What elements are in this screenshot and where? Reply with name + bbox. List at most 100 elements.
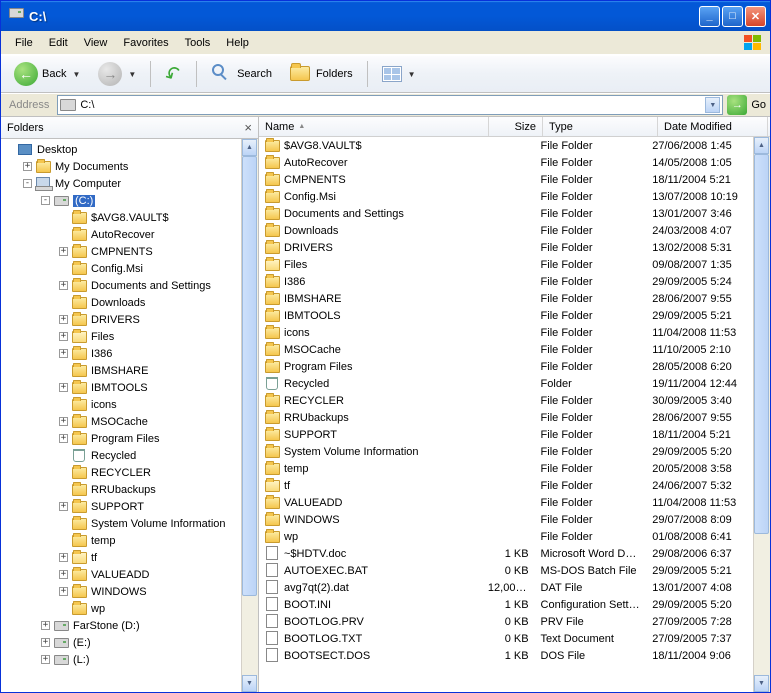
file-row[interactable]: SUPPORTFile Folder18/11/2004 5:21 [259,426,753,443]
tree-node[interactable]: +I386 [1,345,241,362]
expand-toggle[interactable]: + [41,638,50,647]
expand-toggle[interactable]: + [59,383,68,392]
file-row[interactable]: VALUEADDFile Folder11/04/2008 11:53 [259,494,753,511]
tree-node[interactable]: +CMPNENTS [1,243,241,260]
file-row[interactable]: Config.MsiFile Folder13/07/2008 10:19 [259,188,753,205]
expand-toggle[interactable]: - [23,179,32,188]
tree-node[interactable]: +VALUEADD [1,566,241,583]
scroll-thumb[interactable] [242,156,257,596]
dropdown-arrow-icon[interactable]: ▼ [408,70,416,79]
scroll-down-button[interactable]: ▼ [242,675,257,692]
menu-help[interactable]: Help [218,35,257,51]
tree-node[interactable]: +WINDOWS [1,583,241,600]
file-row[interactable]: BOOTSECT.DOS1 KBDOS File18/11/2004 9:06 [259,647,753,664]
expand-toggle[interactable]: + [59,502,68,511]
tree-node[interactable]: RRUbackups [1,481,241,498]
tree-node[interactable]: +My Documents [1,158,241,175]
folders-button[interactable]: Folders [283,59,360,89]
tree-node[interactable]: +(E:) [1,634,241,651]
menu-favorites[interactable]: Favorites [115,35,176,51]
expand-toggle[interactable]: + [59,247,68,256]
tree-node[interactable]: System Volume Information [1,515,241,532]
titlebar[interactable]: C:\ _ □ ✕ [1,1,770,31]
tree-node[interactable]: Recycled [1,447,241,464]
column-header-name[interactable]: Name▲ [259,117,489,136]
file-row[interactable]: iconsFile Folder11/04/2008 11:53 [259,324,753,341]
tree-node[interactable]: Config.Msi [1,260,241,277]
file-row[interactable]: WINDOWSFile Folder29/07/2008 8:09 [259,511,753,528]
file-row[interactable]: $AVG8.VAULT$File Folder27/06/2008 1:45 [259,137,753,154]
address-dropdown-button[interactable]: ▼ [705,97,720,113]
column-header-type[interactable]: Type [543,117,658,136]
back-button[interactable]: ← Back ▼ [7,58,87,90]
tree-node[interactable]: -(C:) [1,192,241,209]
list-scrollbar[interactable]: ▲ ▼ [753,137,770,692]
tree-node[interactable]: $AVG8.VAULT$ [1,209,241,226]
expand-toggle[interactable]: + [59,587,68,596]
tree-node[interactable]: +Files [1,328,241,345]
expand-toggle[interactable]: + [59,281,68,290]
file-row[interactable]: CMPNENTSFile Folder18/11/2004 5:21 [259,171,753,188]
file-row[interactable]: I386File Folder29/09/2005 5:24 [259,273,753,290]
maximize-button[interactable]: □ [722,6,743,27]
file-row[interactable]: AutoRecoverFile Folder14/05/2008 1:05 [259,154,753,171]
file-row[interactable]: BOOT.INI1 KBConfiguration Settings29/09/… [259,596,753,613]
tree-scrollbar[interactable]: ▲ ▼ [241,139,258,692]
scroll-up-button[interactable]: ▲ [754,137,769,154]
expand-toggle[interactable]: + [41,655,50,664]
scroll-up-button[interactable]: ▲ [242,139,257,156]
file-list[interactable]: $AVG8.VAULT$File Folder27/06/2008 1:45Au… [259,137,753,692]
column-header-size[interactable]: Size [489,117,543,136]
file-row[interactable]: RECYCLERFile Folder30/09/2005 3:40 [259,392,753,409]
dropdown-arrow-icon[interactable]: ▼ [128,70,136,79]
tree-node[interactable]: Downloads [1,294,241,311]
folder-tree[interactable]: Desktop+My Documents-My Computer-(C:)$AV… [1,139,241,692]
file-row[interactable]: RecycledFolder19/11/2004 12:44 [259,375,753,392]
expand-toggle[interactable]: + [59,570,68,579]
forward-button[interactable]: → ▼ [91,58,143,90]
expand-toggle[interactable]: + [59,434,68,443]
file-row[interactable]: BOOTLOG.TXT0 KBText Document27/09/2005 7… [259,630,753,647]
tree-node[interactable]: +Program Files [1,430,241,447]
tree-node[interactable]: +tf [1,549,241,566]
file-row[interactable]: wpFile Folder01/08/2008 6:41 [259,528,753,545]
tree-node[interactable]: +MSOCache [1,413,241,430]
close-pane-button[interactable]: × [244,120,252,135]
file-row[interactable]: tempFile Folder20/05/2008 3:58 [259,460,753,477]
search-button[interactable]: Search [204,59,279,89]
menu-tools[interactable]: Tools [177,35,219,51]
scroll-down-button[interactable]: ▼ [754,675,769,692]
go-button[interactable]: → [727,95,747,115]
expand-toggle[interactable]: + [41,621,50,630]
minimize-button[interactable]: _ [699,6,720,27]
expand-toggle[interactable]: - [41,196,50,205]
tree-node[interactable]: -My Computer [1,175,241,192]
tree-node[interactable]: Desktop [1,141,241,158]
tree-node[interactable]: +IBMTOOLS [1,379,241,396]
file-row[interactable]: tfFile Folder24/06/2007 5:32 [259,477,753,494]
file-row[interactable]: DRIVERSFile Folder13/02/2008 5:31 [259,239,753,256]
tree-node[interactable]: icons [1,396,241,413]
tree-node[interactable]: AutoRecover [1,226,241,243]
tree-node[interactable]: +(L:) [1,651,241,668]
file-row[interactable]: FilesFile Folder09/08/2007 1:35 [259,256,753,273]
address-input[interactable]: C:\ ▼ [57,95,723,115]
file-row[interactable]: System Volume InformationFile Folder29/0… [259,443,753,460]
up-button[interactable]: ↶ [158,58,189,91]
scroll-thumb[interactable] [754,154,769,534]
file-row[interactable]: DownloadsFile Folder24/03/2008 4:07 [259,222,753,239]
file-row[interactable]: RRUbackupsFile Folder28/06/2007 9:55 [259,409,753,426]
expand-toggle[interactable]: + [59,315,68,324]
tree-node[interactable]: temp [1,532,241,549]
menu-file[interactable]: File [7,35,41,51]
tree-node[interactable]: +DRIVERS [1,311,241,328]
expand-toggle[interactable]: + [23,162,32,171]
file-row[interactable]: BOOTLOG.PRV0 KBPRV File27/09/2005 7:28 [259,613,753,630]
menu-view[interactable]: View [76,35,116,51]
file-row[interactable]: avg7qt(2).dat12,000 KBDAT File13/01/2007… [259,579,753,596]
file-row[interactable]: IBMSHAREFile Folder28/06/2007 9:55 [259,290,753,307]
file-row[interactable]: Program FilesFile Folder28/05/2008 6:20 [259,358,753,375]
expand-toggle[interactable]: + [59,332,68,341]
expand-toggle[interactable]: + [59,417,68,426]
file-row[interactable]: MSOCacheFile Folder11/10/2005 2:10 [259,341,753,358]
